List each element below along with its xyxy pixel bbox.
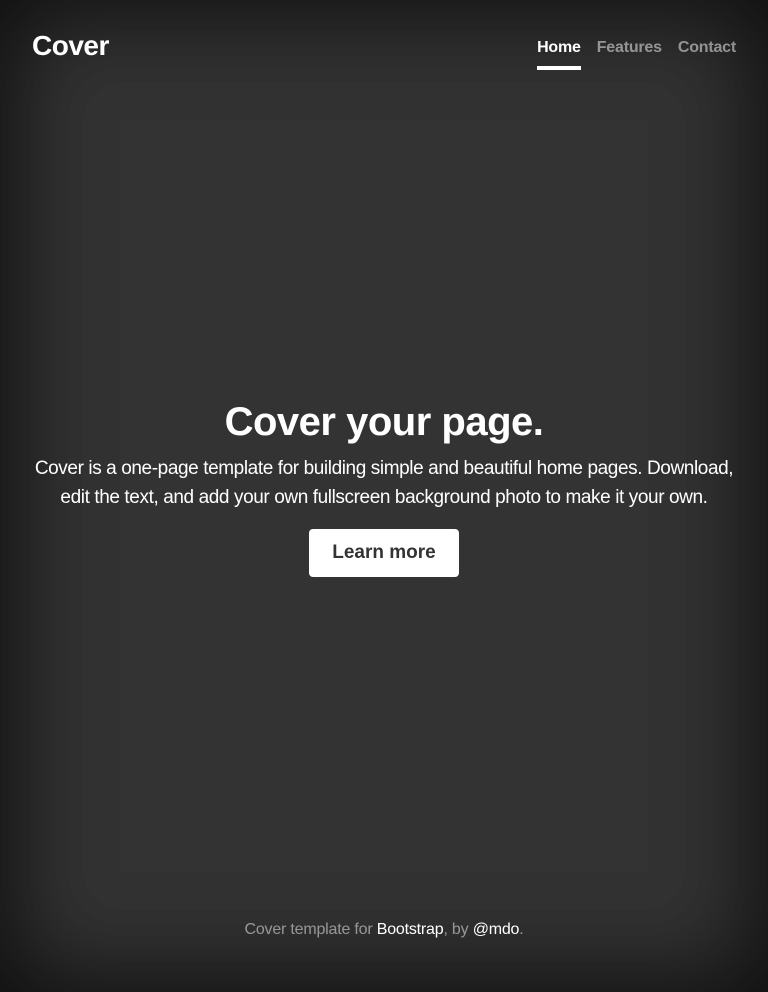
nav-home[interactable]: Home (537, 38, 581, 70)
cover-content: Cover your page. Cover is a one-page tem… (0, 398, 768, 577)
masthead: Cover Home Features Contact (0, 0, 768, 100)
nav-features[interactable]: Features (597, 38, 662, 70)
nav-contact[interactable]: Contact (678, 38, 736, 70)
learn-more-button[interactable]: Learn more (309, 529, 459, 577)
mdo-link[interactable]: @mdo (473, 921, 520, 938)
cover-heading: Cover your page. (224, 400, 544, 444)
brand-logo[interactable]: Cover (32, 30, 109, 62)
footer-middle: , by (443, 921, 473, 938)
main-nav: Home Features Contact (537, 38, 736, 70)
bootstrap-link[interactable]: Bootstrap (377, 921, 444, 938)
cover-container: Cover Home Features Contact Cover your p… (0, 0, 768, 992)
footer: Cover template for Bootstrap, by @mdo. (0, 921, 768, 939)
footer-prefix: Cover template for (244, 921, 377, 938)
cover-lead: Cover is a one-page template for buildin… (34, 458, 734, 508)
footer-suffix: . (519, 921, 524, 938)
